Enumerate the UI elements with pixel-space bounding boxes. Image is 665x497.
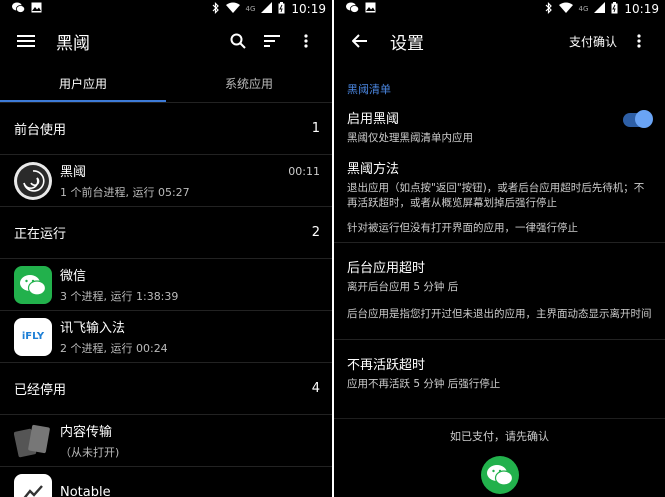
signal-icon <box>261 2 273 16</box>
clock: 10:19 <box>291 2 326 16</box>
section-running: 正在运行 2 <box>0 206 332 258</box>
setting-background-timeout[interactable]: 后台应用超时 离开后台应用 5 分钟 后 后台应用是指您打开过但未退出的应用，主… <box>334 243 665 339</box>
battery-icon <box>278 1 285 17</box>
app-name: 微信 <box>60 269 87 284</box>
setting-desc: 黑阈仅处理黑阈清单内应用 <box>347 132 473 144</box>
app-status: 3 个进程, 运行 1:38:39 <box>60 290 179 303</box>
image-icon <box>31 2 42 16</box>
app-row-notable[interactable]: Notable <box>0 466 332 497</box>
tab-bar: 用户应用 系统应用 <box>0 64 332 102</box>
section-count: 2 <box>311 225 320 240</box>
app-name: 内容传输 <box>60 425 113 440</box>
more-vert-icon[interactable] <box>625 27 653 55</box>
section-foreground: 前台使用 1 <box>0 102 332 154</box>
app-list-screen: 4G 10:19 黑阈 用户应用 系统应用 前台使用 1 黑阈 1 个前台进程,… <box>0 0 332 497</box>
heiyu-icon <box>14 161 52 200</box>
toolbar: 黑阈 <box>0 18 332 64</box>
toolbar: 设置 支付确认 <box>334 18 665 64</box>
section-title: 已经停用 <box>14 383 67 398</box>
ifly-icon: iFLY <box>14 317 52 356</box>
network-type: 4G <box>578 5 589 13</box>
app-row-heiyu[interactable]: 黑阈 1 个前台进程, 运行 05:27 00:11 <box>0 154 332 206</box>
setting-inactive-timeout[interactable]: 不再活跃超时 应用不再活跃 5 分钟 后强行停止 <box>334 340 665 392</box>
app-row-ifly[interactable]: iFLY 讯飞输入法 2 个进程, 运行 00:24 <box>0 310 332 362</box>
transfer-icon <box>14 422 52 460</box>
tab-indicator <box>0 100 166 102</box>
app-name: Notable <box>60 485 111 497</box>
bluetooth-icon <box>545 1 553 17</box>
section-title: 正在运行 <box>14 227 67 242</box>
payment-hint: 如已支付，请先确认 <box>450 430 549 443</box>
settings-category: 黑阈清单 <box>347 83 391 96</box>
toggle-knob <box>635 110 653 128</box>
notable-icon <box>14 473 52 497</box>
wechat-icon <box>14 265 52 304</box>
wechat-pay-icon[interactable] <box>480 456 519 494</box>
more-vert-icon[interactable] <box>292 27 320 55</box>
app-row-transfer[interactable]: 内容传输 （从未打开) <box>0 414 332 466</box>
signal-icon <box>594 2 606 16</box>
section-title: 前台使用 <box>14 123 67 138</box>
clock: 10:19 <box>624 2 659 16</box>
setting-title: 启用黑阈 <box>347 112 400 127</box>
status-bar: 4G 10:19 <box>0 0 332 18</box>
wifi-icon <box>558 2 573 16</box>
status-bar: 4G 10:19 <box>334 0 665 18</box>
setting-desc: 退出应用（如点按"返回"按钮)，或者后台应用超时后先待机；不再活跃超时，或者从概… <box>347 182 645 210</box>
ifly-logo-text: iFLY <box>21 331 45 342</box>
image-icon <box>365 2 376 16</box>
settings-screen: 4G 10:19 设置 支付确认 黑阈清单 启用黑阈 黑阈仅处理黑阈清单内应用 … <box>334 0 665 497</box>
enable-toggle[interactable] <box>623 110 653 128</box>
setting-note: 后台应用是指您打开过但未退出的应用，主界面动态显示离开时间 <box>347 308 652 321</box>
back-arrow-icon[interactable] <box>346 27 374 55</box>
search-icon[interactable] <box>224 27 252 55</box>
page-title: 黑阈 <box>56 33 90 54</box>
tab-system-apps[interactable]: 系统应用 <box>166 64 332 102</box>
setting-method[interactable]: 黑阈方法 退出应用（如点按"返回"按钮)，或者后台应用超时后先待机；不再活跃超时… <box>334 158 665 242</box>
app-row-wechat[interactable]: 微信 3 个进程, 运行 1:38:39 <box>0 258 332 310</box>
sort-icon[interactable] <box>258 27 286 55</box>
wechat-icon <box>346 2 360 16</box>
wifi-icon <box>225 2 240 16</box>
setting-title: 后台应用超时 <box>347 261 426 276</box>
app-status: 2 个进程, 运行 00:24 <box>60 342 168 355</box>
tab-user-apps[interactable]: 用户应用 <box>0 64 166 102</box>
app-status: 1 个前台进程, 运行 05:27 <box>60 186 190 199</box>
section-count: 1 <box>311 121 320 136</box>
setting-title: 不再活跃超时 <box>347 358 426 373</box>
setting-desc: 应用不再活跃 5 分钟 后强行停止 <box>347 378 501 390</box>
setting-note: 针对被运行但没有打开界面的应用，一律强行停止 <box>347 222 578 235</box>
wechat-icon <box>12 2 26 16</box>
app-name: 讯飞输入法 <box>60 321 126 336</box>
section-stopped: 已经停用 4 <box>0 362 332 414</box>
section-count: 4 <box>311 381 320 396</box>
menu-icon[interactable] <box>12 27 40 55</box>
page-title: 设置 <box>390 33 424 54</box>
battery-icon <box>611 1 618 17</box>
setting-enable[interactable]: 启用黑阈 黑阈仅处理黑阈清单内应用 <box>334 108 665 158</box>
payment-footer: 如已支付，请先确认 <box>334 418 665 497</box>
setting-title: 黑阈方法 <box>347 162 400 177</box>
setting-desc: 离开后台应用 5 分钟 后 <box>347 281 459 293</box>
app-usage-time: 00:11 <box>288 165 320 178</box>
app-status: （从未打开) <box>60 446 120 459</box>
confirm-payment-button[interactable]: 支付确认 <box>569 33 617 50</box>
network-type: 4G <box>245 5 256 13</box>
app-name: 黑阈 <box>60 165 87 180</box>
bluetooth-icon <box>212 1 220 17</box>
